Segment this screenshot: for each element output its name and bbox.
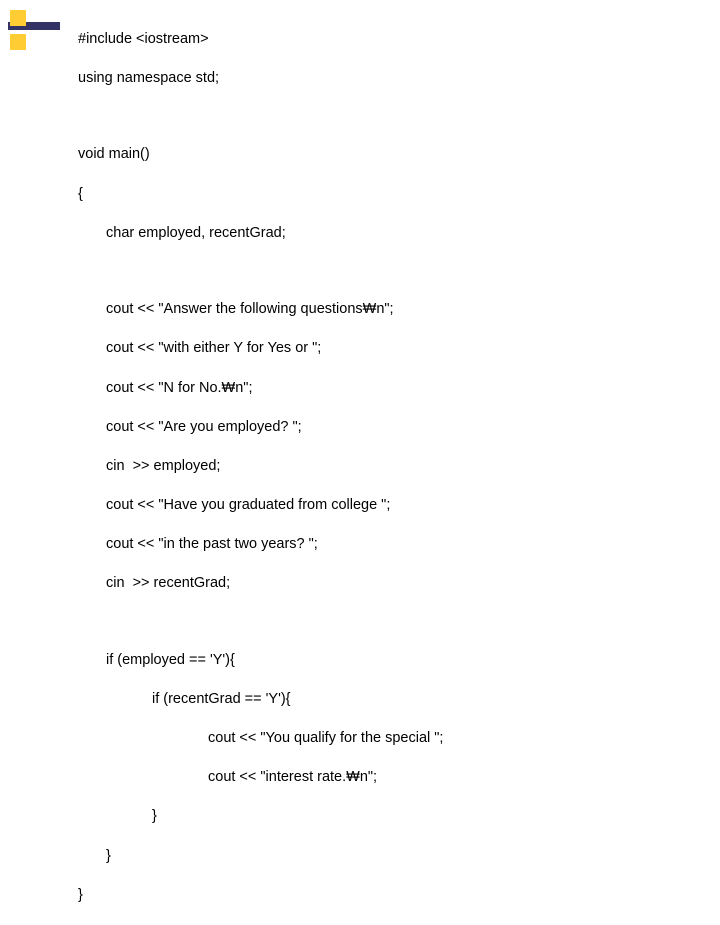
code-line: cin >> employed; [78,457,698,477]
blank-line [78,108,698,126]
code-line: cout << "with either Y for Yes or "; [78,339,698,359]
code-line: cout << "Answer the following questions₩… [78,300,698,320]
code-line: cout << "You qualify for the special "; [78,729,698,749]
code-line: { [78,185,698,205]
code-line: using namespace std; [78,69,698,89]
code-line: cout << "Are you employed? "; [78,418,698,438]
blank-line [78,263,698,281]
code-line: if (recentGrad == 'Y'){ [78,690,698,710]
code-line: void main() [78,145,698,165]
blank-line [78,613,698,631]
code-line: cout << "in the past two years? "; [78,535,698,555]
code-block: #include <iostream> using namespace std;… [78,10,698,925]
code-line: } [78,886,698,906]
code-line: } [78,807,698,827]
code-line: } [78,847,698,867]
code-line: char employed, recentGrad; [78,224,698,244]
code-line: cin >> recentGrad; [78,574,698,594]
code-line: cout << "interest rate.₩n"; [78,768,698,788]
code-line: cout << "Have you graduated from college… [78,496,698,516]
code-line: cout << "N for No.₩n"; [78,379,698,399]
code-line: #include <iostream> [78,30,698,50]
slide-corner-decor [8,10,60,50]
code-line: if (employed == 'Y'){ [78,651,698,671]
